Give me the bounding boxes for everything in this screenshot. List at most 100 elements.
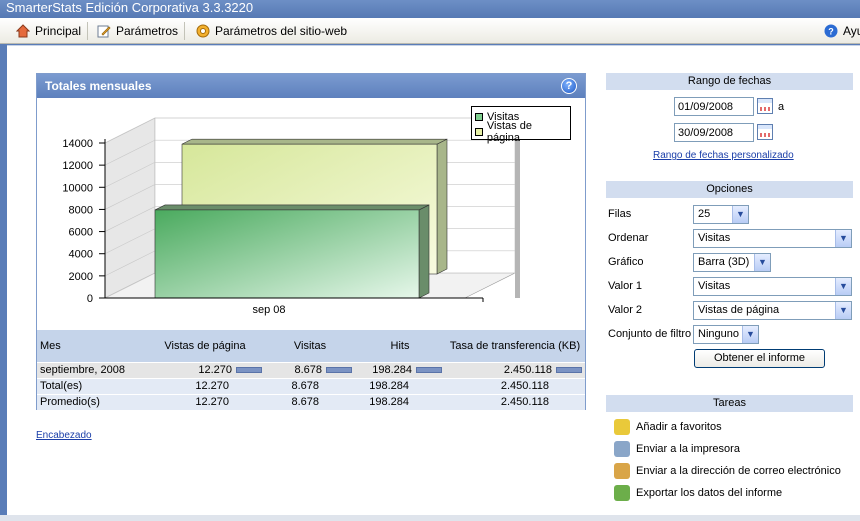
options-header: Opciones: [606, 181, 853, 198]
col-header-visitas[interactable]: Visitas: [265, 330, 355, 362]
sort-select[interactable]: Visitas ▼: [693, 229, 852, 248]
cell-hits: 198.284: [355, 377, 445, 394]
toolbar: Principal Parámetros Parámetros del siti…: [0, 18, 860, 44]
filter-set-select[interactable]: Ninguno ▼: [693, 325, 759, 344]
task-label: Exportar los datos del informe: [636, 487, 783, 499]
y-tick-label: 2000: [69, 271, 93, 283]
chart-right-edge: [515, 136, 520, 298]
y-tick-label: 14000: [62, 138, 93, 150]
value2-label: Valor 2: [608, 304, 643, 316]
rows-value: 25: [698, 208, 711, 220]
cell-hits: 198.284: [355, 393, 445, 410]
svg-text:?: ?: [828, 27, 834, 37]
bar-visitas-top: [154, 204, 430, 211]
rows-label: Filas: [608, 208, 632, 220]
col-header-vistas[interactable]: Vistas de página: [145, 330, 265, 362]
cell-visitas: 8.678: [265, 361, 355, 378]
value2-select[interactable]: Vistas de página ▼: [693, 301, 852, 320]
task-export[interactable]: Exportar los datos del informe: [614, 485, 782, 501]
chart-legend: Visitas Vistas de página: [471, 106, 571, 144]
toolbar-sitio-web-button[interactable]: Parámetros del sitio-web: [196, 23, 347, 39]
legend-swatch: [475, 112, 483, 121]
cell-vistas: 12.270: [145, 377, 265, 394]
chart-area: 14000 12000 10000 8000 6000 4000 2000 0 sep 08 …: [37, 98, 585, 330]
stats-table: Mes Vistas de página Visitas Hits Tasa d…: [37, 330, 585, 410]
toolbar-parametros-button[interactable]: Parámetros: [97, 23, 178, 39]
chevron-down-icon: ▼: [742, 326, 758, 343]
cell-value: 198.284: [372, 364, 412, 376]
value-bar: [236, 367, 262, 374]
toolbar-help-button[interactable]: ? Ayu: [824, 23, 860, 39]
y-tick-label: 0: [87, 293, 93, 305]
rows-select[interactable]: 25 ▼: [693, 205, 749, 224]
chart-left-wall: [104, 117, 156, 299]
col-header-mes[interactable]: Mes: [37, 330, 145, 362]
chevron-down-icon: ▼: [835, 302, 851, 319]
tasks-header: Tareas: [606, 395, 853, 412]
toolbar-separator: [184, 22, 185, 40]
cell-vistas: 12.270: [145, 361, 265, 378]
task-add-favorites[interactable]: Añadir a favoritos: [614, 419, 722, 435]
cell-value: 12.270: [198, 364, 232, 376]
date-connector: a: [778, 101, 785, 113]
cell-vistas: 12.270: [145, 393, 265, 410]
y-tick-label: 10000: [62, 182, 93, 194]
col-header-transfer[interactable]: Tasa de transferencia (KB): [445, 330, 585, 362]
task-label: Enviar a la dirección de correo electrón…: [636, 465, 841, 477]
toolbar-principal-label: Principal: [35, 24, 82, 38]
end-date-input[interactable]: [674, 123, 754, 142]
sort-label: Ordenar: [608, 232, 649, 244]
sort-value: Visitas: [698, 232, 731, 244]
toolbar-help-label: Ayu: [843, 24, 860, 38]
task-label: Enviar a la impresora: [636, 443, 740, 455]
task-print[interactable]: Enviar a la impresora: [614, 441, 740, 457]
cell-transfer: 2.450.118: [445, 377, 585, 394]
table-row: septiembre, 2008 12.270 8.678 198.284 2.…: [37, 361, 585, 378]
email-icon: [614, 463, 630, 479]
legend-swatch: [475, 127, 483, 136]
custom-date-range-link[interactable]: Rango de fechas personalizado: [653, 150, 794, 161]
chart-type-value: Barra (3D): [698, 256, 750, 268]
filter-set-value: Ninguno: [698, 328, 739, 340]
help-icon[interactable]: ?: [561, 78, 577, 94]
cell-transfer: 2.450.118: [445, 393, 585, 410]
value-bar: [556, 367, 582, 374]
chevron-down-icon: ▼: [732, 206, 748, 223]
status-strip: [0, 515, 860, 521]
panel-title: Totales mensuales: [45, 79, 152, 93]
get-report-button[interactable]: Obtener el informe: [694, 349, 825, 368]
value1-select[interactable]: Visitas ▼: [693, 277, 852, 296]
x-tick-label: sep 08: [252, 304, 285, 316]
task-email[interactable]: Enviar a la dirección de correo electrón…: [614, 463, 841, 479]
toolbar-principal-button[interactable]: Principal: [15, 23, 82, 39]
value-bar: [326, 367, 352, 374]
start-date-input[interactable]: [674, 97, 754, 116]
calendar-icon[interactable]: [757, 124, 773, 140]
table-header-row: Mes Vistas de página Visitas Hits Tasa d…: [37, 330, 585, 362]
edit-icon: [97, 24, 111, 38]
toolbar-sitio-web-label: Parámetros del sitio-web: [215, 24, 348, 38]
calendar-icon[interactable]: [757, 98, 773, 114]
header-link[interactable]: Encabezado: [36, 430, 92, 441]
toolbar-separator: [87, 22, 88, 40]
export-icon: [614, 485, 630, 501]
cell-value: 2.450.118: [503, 364, 552, 376]
chart-type-label: Gráfico: [608, 256, 644, 268]
cell-transfer: 2.450.118: [445, 361, 585, 378]
bar-vistas-de-pagina-side: [436, 138, 448, 275]
bar-visitas-side: [418, 204, 430, 299]
col-header-hits[interactable]: Hits: [355, 330, 445, 362]
cell-visitas: 8.678: [265, 377, 355, 394]
panel-header: Totales mensuales ?: [37, 74, 585, 98]
y-tick-label: 8000: [69, 204, 93, 216]
gear-icon: [196, 24, 210, 38]
table-row: Promedio(s) 12.270 8.678 198.284 2.450.1…: [37, 393, 585, 410]
help-icon: ?: [824, 24, 838, 38]
task-label: Añadir a favoritos: [636, 421, 722, 433]
y-tick-label: 12000: [62, 160, 93, 172]
table-row: Total(es) 12.270 8.678 198.284 2.450.118: [37, 377, 585, 394]
window-title: SmarterStats Edición Corporativa 3.3.322…: [0, 0, 860, 18]
bar-visitas: [154, 209, 420, 299]
value1-value: Visitas: [698, 280, 731, 292]
chart-type-select[interactable]: Barra (3D) ▼: [693, 253, 771, 272]
